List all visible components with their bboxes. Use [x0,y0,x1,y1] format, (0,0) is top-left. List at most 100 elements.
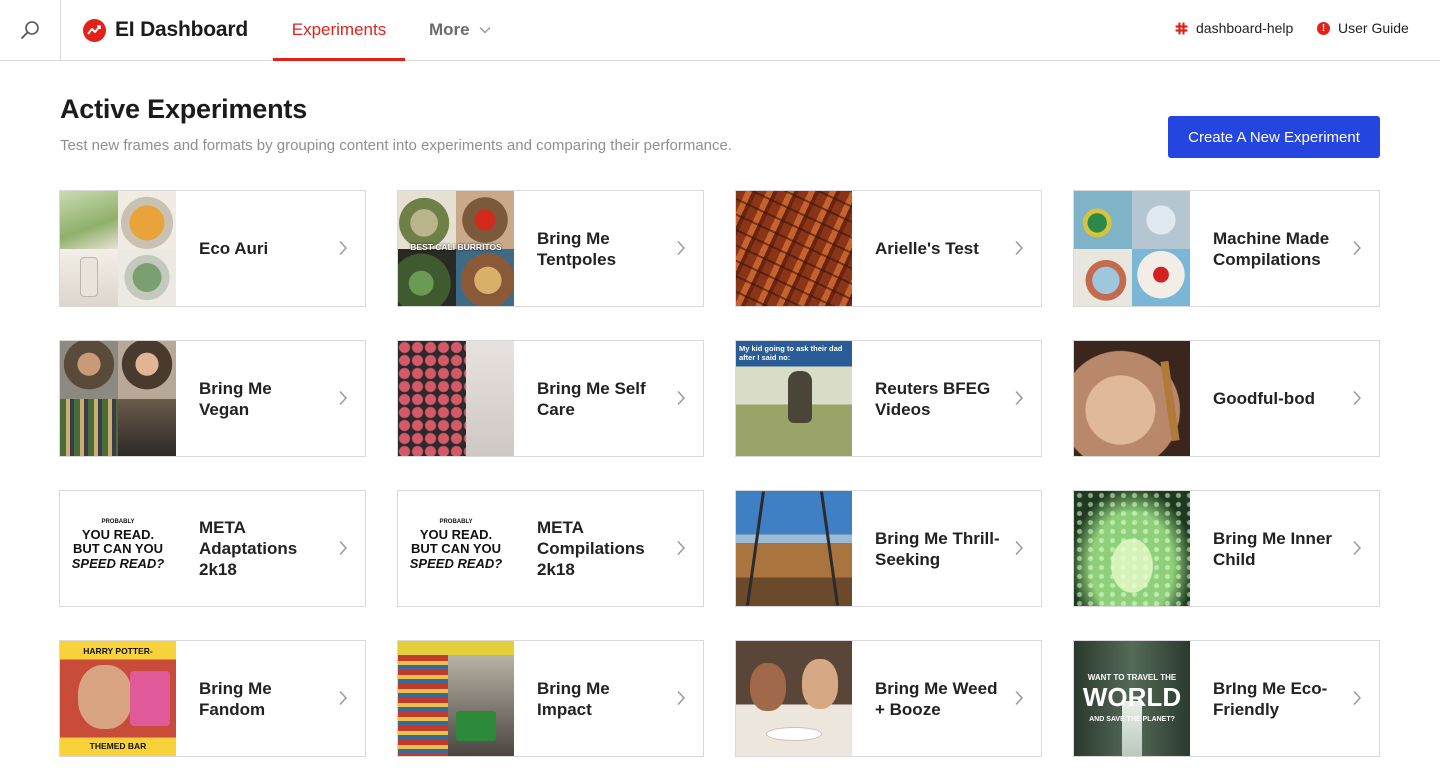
experiment-thumbnail [736,641,852,756]
experiment-title: META Adaptations 2k18 [199,518,298,579]
page-title: Active Experiments [60,94,308,124]
chevron-right-icon [677,690,686,706]
experiment-thumbnail [60,191,176,306]
chevron-right-icon [1015,540,1024,556]
experiment-card[interactable]: WANT TO TRAVEL THE WORLD AND SAVE THE PL… [1073,640,1380,757]
chevron-right-icon [1353,540,1362,556]
experiment-title: Arielle's Test [875,239,979,258]
experiment-card[interactable]: Bring Me Self Care [397,340,704,457]
user-guide-link[interactable]: ! User Guide [1317,20,1409,36]
chevron-right-icon [1015,690,1024,706]
thumbnail-caption-line2: BUT CAN YOU [410,541,502,556]
experiment-thumbnail: My kid going to ask their dad after I sa… [736,341,852,456]
thumbnail-caption-line2: BUT CAN YOU [72,541,164,556]
experiment-title: Reuters BFEG Videos [875,378,991,419]
experiment-thumbnail: PROBABLY YOU READ. BUT CAN YOU SPEED REA… [398,491,514,606]
create-experiment-button[interactable]: Create A New Experiment [1168,116,1380,158]
user-guide-label: User Guide [1338,20,1409,36]
chevron-right-icon [1353,240,1362,256]
chevron-right-icon [1353,390,1362,406]
search-button[interactable] [0,0,61,60]
chevron-down-icon [479,26,491,34]
page-subtitle: Test new frames and formats by grouping … [60,137,733,154]
experiment-card[interactable]: Goodful-bod [1073,340,1380,457]
experiment-title: Bring Me Vegan [199,378,272,419]
experiment-thumbnail [1074,341,1190,456]
experiment-title: Goodful-bod [1213,389,1315,408]
info-icon: ! [1317,21,1330,35]
experiment-thumbnail [398,641,514,756]
experiment-title: BrIng Me Eco-Friendly [1213,678,1328,719]
chevron-right-icon [1353,690,1362,706]
thumbnail-caption-line3: SPEED READ? [71,556,165,571]
top-navigation-bar: EI Dashboard Experiments More dashboard-… [0,0,1440,61]
experiment-card[interactable]: Bring Me Inner Child [1073,490,1380,607]
tab-experiments[interactable]: Experiments [273,0,405,61]
thumbnail-caption-bottom: THEMED BAR [89,741,147,751]
chevron-right-icon [677,390,686,406]
chevron-right-icon [1015,240,1024,256]
trend-logo-icon [83,18,106,42]
dashboard-help-label: dashboard-help [1196,20,1294,36]
chevron-right-icon [677,540,686,556]
chevron-right-icon [339,390,348,406]
tab-experiments-label: Experiments [291,20,387,39]
experiment-thumbnail [60,341,176,456]
experiment-title: Machine Made Compilations [1213,228,1330,269]
experiment-card[interactable]: Bring Me Thrill-Seeking [735,490,1042,607]
experiment-title: Bring Me Weed + Booze [875,678,998,719]
experiment-title: Bring Me Impact [537,678,610,719]
experiment-title: Bring Me Thrill-Seeking [875,528,1000,569]
tab-more[interactable]: More [429,0,491,60]
experiment-title: Eco Auri [199,239,269,258]
experiment-card[interactable]: Arielle's Test [735,190,1042,307]
chevron-right-icon [677,240,686,256]
experiment-card[interactable]: HARRY POTTER- THEMED BAR Bring Me Fandom [59,640,366,757]
experiment-thumbnail [398,341,514,456]
experiment-title: META Compilations 2k18 [537,518,645,579]
thumbnail-caption-line3: AND SAVE THE PLANET? [1089,716,1175,723]
search-icon [21,21,39,39]
chevron-right-icon [339,540,348,556]
thumbnail-caption-small: PROBABLY [101,519,135,525]
thumbnail-caption-line1: YOU READ. [81,527,155,542]
thumbnail-caption-line1: YOU READ. [419,527,493,542]
experiment-card[interactable]: Bring Me Weed + Booze [735,640,1042,757]
experiment-card[interactable]: Bring Me Impact [397,640,704,757]
slack-icon [1175,21,1188,35]
experiment-card[interactable]: BEST CALI BURRITOS Bring Me Tentpoles [397,190,704,307]
experiment-title: Bring Me Fandom [199,678,272,719]
experiment-card[interactable]: PROBABLY YOU READ. BUT CAN YOU SPEED REA… [397,490,704,607]
experiment-card[interactable]: Eco Auri [59,190,366,307]
experiment-card[interactable]: Machine Made Compilations [1073,190,1380,307]
experiments-grid: Eco Auri BEST CALI BURRITOS Bring Me Ten… [59,190,1381,757]
experiment-card[interactable]: Bring Me Vegan [59,340,366,457]
thumbnail-caption-top: HARRY POTTER- [83,646,153,656]
chevron-right-icon [339,690,348,706]
app-logo[interactable]: EI Dashboard [83,17,248,43]
thumbnail-caption: My kid going to ask their dad after I sa… [739,344,843,362]
thumbnail-caption-line3: SPEED READ? [409,556,503,571]
experiment-card[interactable]: My kid going to ask their dad after I sa… [735,340,1042,457]
experiment-title: Bring Me Self Care [537,378,646,419]
dashboard-help-link[interactable]: dashboard-help [1175,20,1293,36]
thumbnail-caption-line2: WORLD [1082,682,1182,712]
experiment-thumbnail [736,491,852,606]
experiment-thumbnail: BEST CALI BURRITOS [398,191,514,306]
experiment-thumbnail: HARRY POTTER- THEMED BAR [60,641,176,756]
tab-more-label: More [429,20,470,39]
experiment-thumbnail: PROBABLY YOU READ. BUT CAN YOU SPEED REA… [60,491,176,606]
thumbnail-caption: BEST CALI BURRITOS [410,242,502,252]
experiment-title: Bring Me Tentpoles [537,228,617,269]
chevron-right-icon [1015,390,1024,406]
chevron-right-icon [339,240,348,256]
experiment-card[interactable]: PROBABLY YOU READ. BUT CAN YOU SPEED REA… [59,490,366,607]
experiment-thumbnail: WANT TO TRAVEL THE WORLD AND SAVE THE PL… [1074,641,1190,756]
app-name: EI Dashboard [115,18,248,41]
thumbnail-caption-small: PROBABLY [439,519,473,525]
experiment-thumbnail [1074,491,1190,606]
experiment-title: Bring Me Inner Child [1213,528,1333,569]
experiment-thumbnail [1074,191,1190,306]
thumbnail-caption-line1: WANT TO TRAVEL THE [1087,673,1177,682]
experiment-thumbnail [736,191,852,306]
